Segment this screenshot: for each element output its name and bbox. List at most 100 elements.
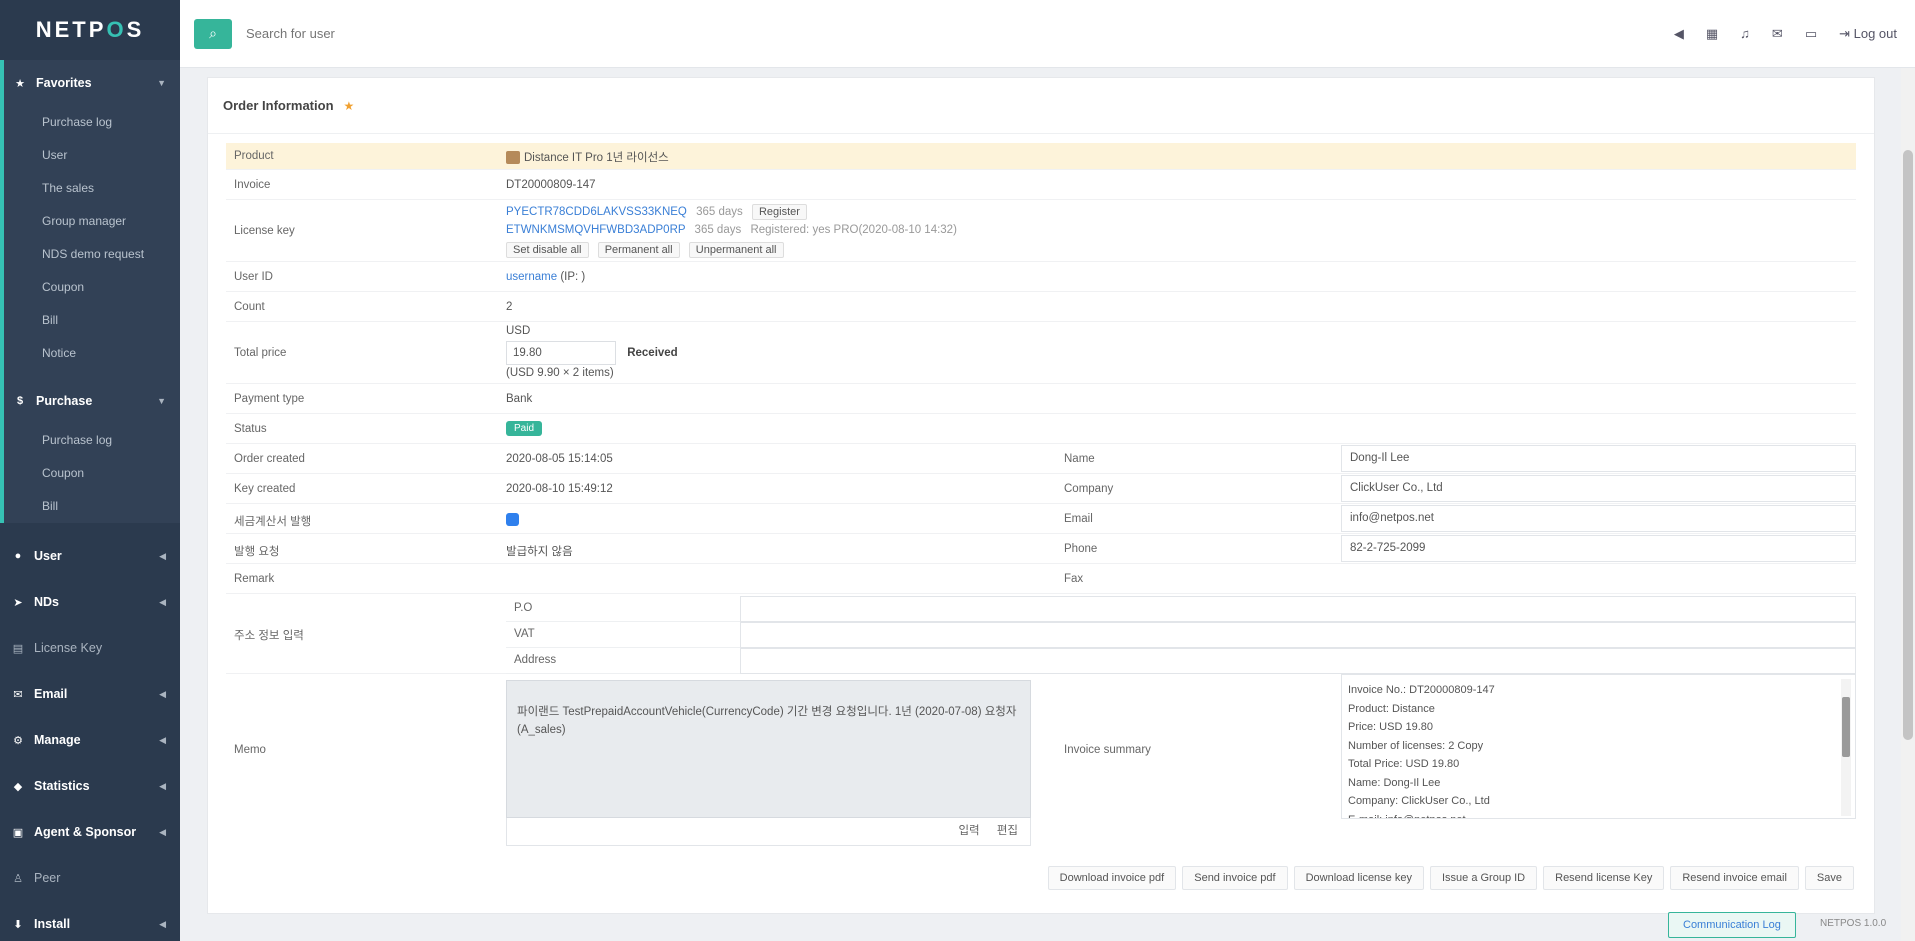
total-price-block: USD 19.80 Received (USD 9.90 × 2 items) [506,325,678,381]
favorite-star-icon[interactable]: ★ [344,99,355,113]
invoice-value: DT20000809-147 [506,179,596,191]
mail-icon[interactable]: ✉ [1772,26,1783,42]
monitor-icon[interactable]: ▭ [1805,26,1817,42]
row-status: Status Paid [226,414,1856,444]
nav-item-bill[interactable]: Bill [4,490,180,523]
nav-item-bill[interactable]: Bill [4,304,180,337]
save-button[interactable]: Save [1804,866,1854,890]
grid-icon[interactable]: ▦ [1706,26,1718,42]
nav-section-agent-sponsor[interactable]: ▣ Agent & Sponsor ◀ [0,809,180,855]
summary-scrollbar-thumb[interactable] [1842,697,1850,757]
nav-item-nds-demo-request[interactable]: NDS demo request [4,238,180,271]
name-field[interactable]: Dong-Il Lee [1341,445,1856,472]
email-field[interactable]: info@netpos.net [1341,505,1856,532]
memo-edit-button[interactable]: 편집 [997,825,1018,837]
nav-section-manage[interactable]: ⚙ Manage ◀ [0,717,180,763]
nav-section-label: Purchase [36,394,93,408]
nav-item-notice[interactable]: Notice [4,337,180,370]
summary-scrollbar[interactable] [1841,679,1851,816]
resend-license-key-button[interactable]: Resend license Key [1543,866,1665,890]
topbar: ⌕ ◀ ▦ ♫ ✉ ▭ ⇥ Log out [180,0,1915,68]
total-price-input[interactable]: 19.80 [506,341,616,365]
resend-invoice-email-button[interactable]: Resend invoice email [1670,866,1799,890]
nav-item-the-sales[interactable]: The sales [4,172,180,205]
memo-textarea[interactable]: 파이랜드 TestPrepaidAccountVehicle(CurrencyC… [506,680,1031,818]
nav-item-group-manager[interactable]: Group manager [4,205,180,238]
bell-icon[interactable]: ♫ [1740,26,1750,41]
unpermanent-all-button[interactable]: Unpermanent all [688,242,784,258]
license-key-label: License key [234,225,295,237]
summary-line: Company: ClickUser Co., Ltd [1348,795,1490,807]
product-name: Distance IT Pro 1년 라이선스 [524,152,669,164]
nav-section-license-key[interactable]: ▤ License Key [0,625,180,671]
summary-line: E-mail: info@netpos.net [1348,811,1825,819]
total-price-note: (USD 9.90 × 2 items) [506,367,614,379]
row-payment-type: Payment type Bank [226,384,1856,414]
invoice-summary-label: Invoice summary [1064,744,1151,756]
nav-section-label: Manage [34,733,81,747]
nav-section-peer[interactable]: ♙ Peer [0,855,180,901]
memo-save-button[interactable]: 입력 [958,825,979,837]
count-value: 2 [506,301,513,313]
nav-item-purchase-log[interactable]: Purchase log [4,424,180,457]
search-input[interactable] [246,26,546,41]
communication-log-button[interactable]: Communication Log [1668,912,1796,938]
nav-section-label: Peer [34,871,61,885]
license-key-2-link[interactable]: ETWNKMSMQVHFWBD3ADP0RP [506,224,685,236]
panel-title: Order Information [223,98,334,113]
po-input[interactable] [740,596,1856,622]
address-line: Address [506,648,1856,674]
issue-request-label: 발행 요청 [234,546,280,558]
user-id-link[interactable]: username [506,271,557,283]
issue-group-id-button[interactable]: Issue a Group ID [1429,866,1538,890]
page-scrollbar-thumb[interactable] [1903,150,1913,740]
email-label: Email [1064,513,1093,525]
search-button[interactable]: ⌕ [194,18,232,49]
status-value: Paid [506,421,543,436]
nav-section-statistics[interactable]: ◆ Statistics ◀ [0,763,180,809]
user-ip: (IP: ) [560,271,586,283]
address-label: 주소 정보 입력 [234,630,304,642]
nav-section-nds[interactable]: ➤ NDs ◀ [0,579,180,625]
payment-type-value: Bank [506,393,533,405]
top-icons: ◀ ▦ ♫ ✉ ▭ ⇥ Log out [1674,26,1897,42]
back-icon[interactable]: ◀ [1674,26,1684,42]
invoice-summary-box[interactable]: Invoice No.: DT20000809-147 Product: Dis… [1341,674,1856,819]
company-field[interactable]: ClickUser Co., Ltd [1341,475,1856,502]
send-invoice-pdf-button[interactable]: Send invoice pdf [1182,866,1288,890]
nav-section-purchase[interactable]: $ Purchase ▼ [4,378,180,424]
panel-header: Order Information ★ [208,78,1874,134]
vat-input[interactable] [740,622,1856,648]
nav-item-coupon[interactable]: Coupon [4,271,180,304]
address-input[interactable] [740,648,1856,674]
nav-item-purchase-log[interactable]: Purchase log [4,106,180,139]
nav-item-user[interactable]: User [4,139,180,172]
app-logo[interactable]: NETP O S [0,0,180,60]
download-invoice-pdf-button[interactable]: Download invoice pdf [1047,866,1177,890]
register-button[interactable]: Register [751,204,807,220]
page-scrollbar[interactable] [1901,68,1915,941]
logout-button[interactable]: ⇥ Log out [1839,26,1897,42]
set-disable-all-button[interactable]: Set disable all [506,242,589,258]
license-key-1-days: 365 days [696,206,743,218]
phone-field[interactable]: 82-2-725-2099 [1341,535,1856,562]
summary-line: Product: Distance [1348,702,1435,715]
permanent-all-button[interactable]: Permanent all [597,242,680,258]
summary-line: Number of licenses: 2 Copy [1348,739,1484,752]
product-icon [506,151,520,165]
nav-section-email[interactable]: ✉ Email ◀ [0,671,180,717]
total-price-line: 19.80 Received [506,341,678,365]
send-icon: ➤ [13,596,23,609]
tax-invoice-label: 세금계산서 발행 [234,516,312,528]
nav-section-favorites[interactable]: ★ Favorites ▼ [4,60,180,106]
person-icon: ♙ [13,872,23,885]
license-key-2: ETWNKMSMQVHFWBD3ADP0RP 365 days Register… [506,222,1206,242]
nav-section-install[interactable]: ⬇ Install ◀ [0,901,180,941]
key-icon: ▤ [12,642,24,655]
license-key-1-link[interactable]: PYECTR78CDD6LAKVSS33KNEQ [506,206,687,218]
nav-item-coupon[interactable]: Coupon [4,457,180,490]
tax-invoice-checkbox[interactable] [506,513,519,526]
download-license-key-button[interactable]: Download license key [1293,866,1424,890]
chevron-left-icon: ◀ [159,780,166,791]
nav-section-user[interactable]: ● User ◀ [0,533,180,579]
